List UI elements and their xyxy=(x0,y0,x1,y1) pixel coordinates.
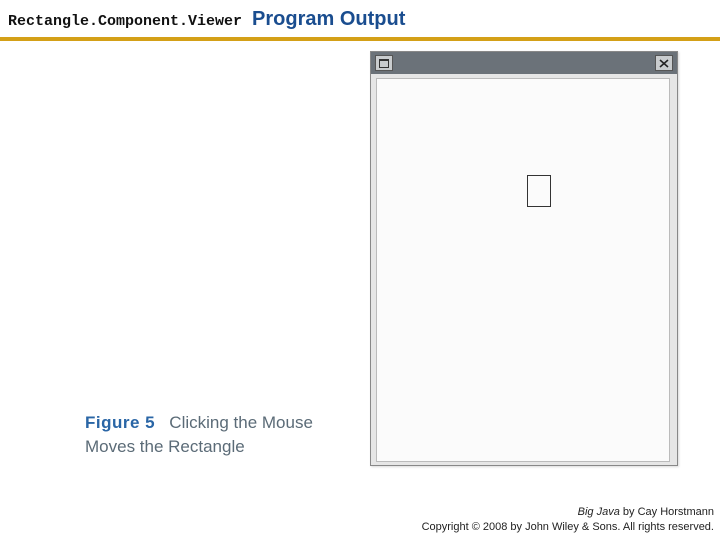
figure-caption: Figure 5 Clicking the Mouse Moves the Re… xyxy=(85,411,355,459)
footer-byline: by Cay Horstmann xyxy=(620,506,714,518)
drawing-canvas[interactable] xyxy=(376,78,670,462)
program-window xyxy=(370,51,678,466)
slide-footer: Big Java by Cay Horstmann Copyright © 20… xyxy=(422,505,714,534)
slide-header: Rectangle.Component.Viewer Program Outpu… xyxy=(0,0,720,41)
header-code-text: Rectangle.Component.Viewer xyxy=(8,13,242,30)
content-area: Figure 5 Clicking the Mouse Moves the Re… xyxy=(0,41,720,471)
close-icon xyxy=(659,59,669,68)
footer-book-title: Big Java xyxy=(578,506,620,518)
rectangle-shape xyxy=(527,175,551,207)
maximize-button[interactable] xyxy=(375,55,393,71)
maximize-icon xyxy=(379,59,389,68)
close-button[interactable] xyxy=(655,55,673,71)
header-title: Program Output xyxy=(252,8,405,31)
figure-number: Figure 5 xyxy=(85,413,155,432)
footer-copyright: Copyright © 2008 by John Wiley & Sons. A… xyxy=(422,520,714,534)
window-titlebar xyxy=(371,52,677,74)
